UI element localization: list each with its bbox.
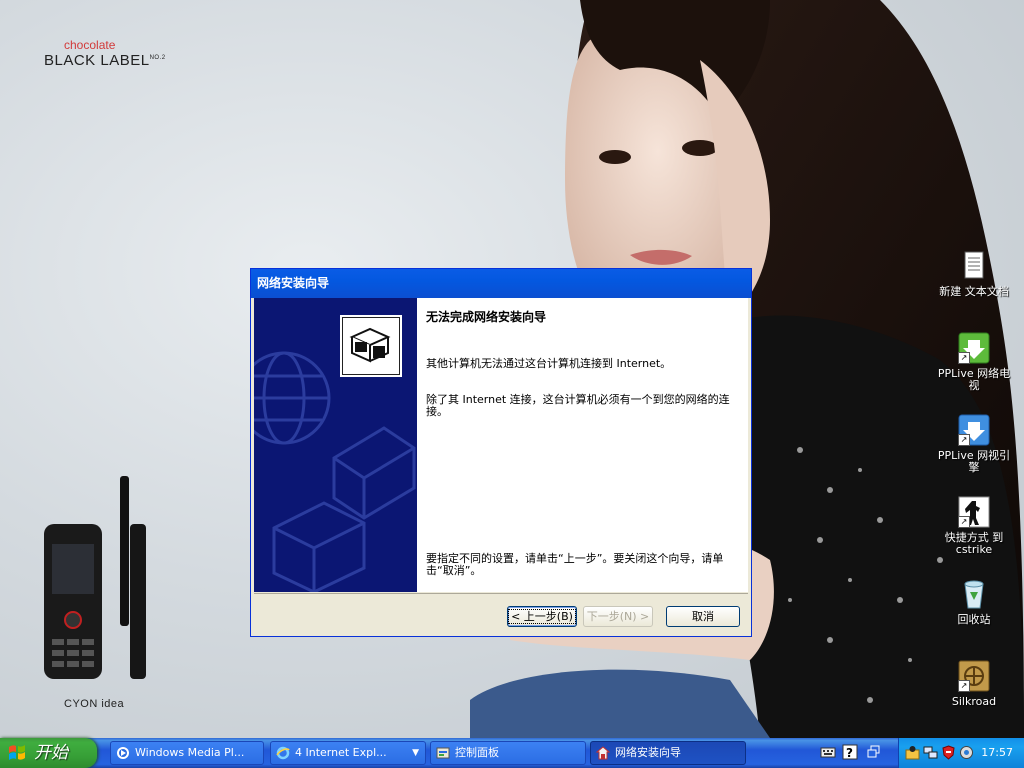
desktop-icon-recycle-bin[interactable]: 回收站 — [934, 578, 1014, 626]
start-button[interactable]: 开始 — [0, 738, 97, 768]
desktop-icon-label: 快捷方式 到 cstrike — [944, 531, 1004, 556]
wizard-heading: 无法完成网络安装向导 — [426, 310, 547, 324]
text-document-icon — [958, 250, 990, 282]
shortcut-arrow-icon: ↗ — [958, 680, 970, 692]
brand-logo: chocolate BLACK LABELNO.2 — [44, 38, 166, 69]
clock[interactable]: 17:57 — [981, 738, 1013, 768]
pplive-engine-icon: ↗ — [958, 414, 990, 446]
brand-big-text: BLACK LABEL — [44, 52, 150, 69]
internet-explorer-icon — [276, 746, 290, 760]
taskbar: 开始 Windows Media Pl... 4 Internet Expl..… — [0, 738, 1024, 768]
brand-sup-text: NO.2 — [149, 55, 166, 61]
desktop-icon-text-document[interactable]: 新建 文本文档 — [934, 250, 1014, 298]
wizard-sidebar-banner — [254, 298, 417, 592]
wizard-message-1: 其他计算机无法通过这台计算机连接到 Internet。 — [426, 357, 672, 370]
desktop-icon-label: 新建 文本文档 — [939, 285, 1009, 298]
desktop-icon-label: PPLive 网视引擎 — [937, 449, 1011, 474]
control-panel-icon — [436, 747, 450, 759]
next-button: 下一步(N) > — [583, 606, 653, 627]
dialog-title: 网络安装向导 — [257, 276, 330, 290]
antivirus-icon[interactable] — [959, 745, 974, 760]
task-label: 4 Internet Expl... — [295, 746, 387, 759]
chevron-down-icon: ▼ — [412, 748, 419, 758]
shortcut-arrow-icon: ↗ — [958, 352, 970, 364]
next-button-label: 下一步(N) > — [586, 610, 650, 623]
task-label: 网络安装向导 — [615, 746, 681, 759]
task-label: 控制面板 — [455, 746, 499, 759]
keyboard-icon[interactable] — [820, 744, 836, 760]
task-control-panel[interactable]: 控制面板 — [430, 741, 586, 765]
desktop-icon-label: PPLive 网络电视 — [937, 367, 1011, 392]
recycle-bin-icon — [958, 578, 990, 610]
windows-flag-icon — [9, 745, 25, 760]
cstrike-icon: ↗ — [958, 496, 990, 528]
cancel-button-label: 取消 — [692, 610, 714, 623]
silkroad-icon: ↗ — [958, 660, 990, 692]
security-shield-icon[interactable] — [941, 745, 956, 760]
wizard-message-2: 除了其 Internet 连接，这台计算机必须有一个到您的网络的连接。 — [426, 393, 730, 418]
media-player-icon — [117, 747, 129, 759]
network-setup-wizard-dialog: 网络安装向导 无法完成网络安装向导 其他计算机无法通过这台计算机连接到 Inte… — [250, 268, 752, 637]
user-icon[interactable] — [905, 745, 920, 760]
back-button-label: < 上一步(B) — [508, 609, 576, 624]
start-label: 开始 — [34, 743, 68, 763]
back-button[interactable]: < 上一步(B) — [507, 606, 577, 627]
desktop-icon-pplive-engine[interactable]: ↗ PPLive 网视引擎 — [934, 414, 1014, 474]
desktop-icon-cstrike[interactable]: ↗ 快捷方式 到 cstrike — [934, 496, 1014, 556]
desktop-icon-label: 回收站 — [957, 613, 991, 626]
dialog-separator — [254, 593, 748, 594]
shortcut-arrow-icon: ↗ — [958, 434, 970, 446]
phone-caption: CYON idea — [64, 698, 125, 710]
task-network-wizard[interactable]: 网络安装向导 — [590, 741, 746, 765]
desktop-icon-label: Silkroad — [951, 695, 997, 708]
restore-icon[interactable] — [866, 744, 882, 760]
network-icon[interactable] — [923, 745, 938, 760]
wizard-computer-icon — [340, 315, 402, 377]
dialog-titlebar[interactable]: 网络安装向导 — [251, 269, 751, 298]
brand-small-text: chocolate — [64, 38, 116, 52]
wizard-content: 无法完成网络安装向导 其他计算机无法通过这台计算机连接到 Internet。 除… — [426, 298, 741, 592]
pplive-tv-icon: ↗ — [958, 332, 990, 364]
desktop-icon-pplive-tv[interactable]: ↗ PPLive 网络电视 — [934, 332, 1014, 392]
task-label: Windows Media Pl... — [135, 746, 245, 759]
task-media-player[interactable]: Windows Media Pl... — [110, 741, 264, 765]
system-tray: 17:57 — [898, 738, 1024, 768]
svg-text:?: ? — [846, 746, 853, 760]
wallpaper-phone — [44, 476, 146, 679]
cancel-button[interactable]: 取消 — [666, 606, 740, 627]
network-wizard-icon — [596, 746, 610, 760]
shortcut-arrow-icon: ↗ — [958, 516, 970, 528]
dialog-body: 无法完成网络安装向导 其他计算机无法通过这台计算机连接到 Internet。 除… — [254, 298, 748, 592]
task-internet-explorer[interactable]: 4 Internet Expl... ▼ — [270, 741, 426, 765]
desktop-icon-silkroad[interactable]: ↗ Silkroad — [934, 660, 1014, 708]
wizard-instructions: 要指定不同的设置，请单击“上一步”。要关闭这个向导，请单击“取消”。 — [426, 552, 724, 577]
help-icon[interactable]: ? — [842, 744, 858, 760]
